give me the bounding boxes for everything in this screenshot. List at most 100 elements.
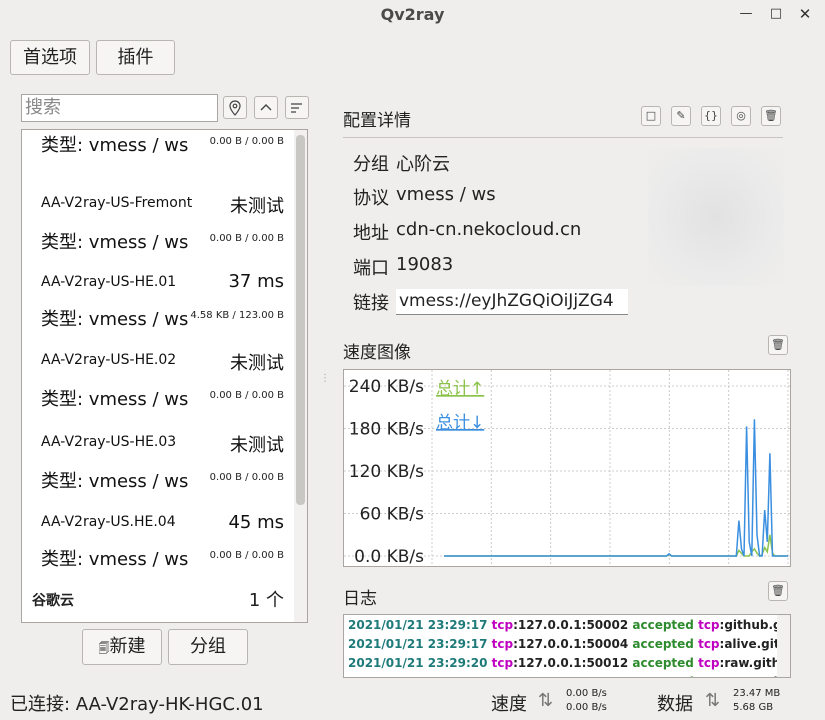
item-latency: 未测试 xyxy=(230,196,284,217)
item-traffic: 0.00 B / 0.00 B xyxy=(209,136,284,147)
item-name: AA-V2ray-US-HE.03 xyxy=(41,434,177,450)
log-segment: tcp xyxy=(492,675,513,677)
log-segment: tcp xyxy=(698,656,720,670)
speed-label: 速度 xyxy=(491,694,527,715)
splitter-handle[interactable]: ⋮ xyxy=(320,373,330,387)
log-segment: 2021/01/21 23:29:20 xyxy=(348,656,492,670)
list-item[interactable]: AA-V2ray-US-HE.01 37 ms 类型: vmess / ws 4… xyxy=(22,265,294,340)
data-down-value: 5.68 GB xyxy=(733,702,774,713)
share-icon[interactable]: ◎ xyxy=(731,106,751,126)
connection-list[interactable]: 类型: vmess / ws 0.00 B / 0.00 B AA-V2ray-… xyxy=(21,129,308,623)
y-tick-label: 0.0 KB/s xyxy=(354,547,424,566)
details-divider xyxy=(343,137,783,138)
item-latency: 37 ms xyxy=(228,271,284,292)
item-traffic: 0.00 B / 0.00 B xyxy=(209,233,284,244)
item-name: AA-V2ray-US-HE.02 xyxy=(41,352,177,368)
series-line xyxy=(444,419,788,557)
log-segment: accepted xyxy=(628,675,698,677)
y-tick-label: 120 KB/s xyxy=(349,462,424,482)
new-icon: 🗐 xyxy=(98,642,110,655)
legend-down: 总计↓ xyxy=(436,413,484,433)
group-value: 心阶云 xyxy=(396,154,450,175)
item-type: 类型: vmess / ws xyxy=(41,389,189,410)
log-line: 2021/01/21 23:29:20 tcp:127.0.0.1:50012 … xyxy=(348,656,790,670)
y-tick-label: 60 KB/s xyxy=(360,505,425,525)
log-view[interactable]: 2021/01/21 23:29:17 tcp:127.0.0.1:50002 … xyxy=(343,614,791,678)
log-line: 2021/01/21 23:29:17 tcp:127.0.0.1:50002 … xyxy=(348,618,790,632)
legend-up: 总计↑ xyxy=(436,379,484,399)
preferences-button[interactable]: 首选项 xyxy=(10,40,90,75)
log-segment: tcp xyxy=(698,675,719,677)
item-latency: 未测试 xyxy=(230,353,284,374)
sort-button[interactable] xyxy=(285,96,309,119)
speed-updown-icon: ⇅ xyxy=(538,690,554,711)
item-name: AA-V2ray-US.HE.04 xyxy=(41,514,176,530)
item-latency: 未测试 xyxy=(230,435,284,456)
maximize-icon[interactable]: □ xyxy=(768,6,784,22)
sort-icon xyxy=(291,103,302,113)
item-type: 类型: vmess / ws xyxy=(41,135,189,156)
item-traffic: 0.00 B / 0.00 B xyxy=(209,472,284,483)
data-updown-icon: ⇅ xyxy=(705,690,721,711)
address-label: 地址 xyxy=(353,223,389,244)
speed-down-value: 0.00 B/s xyxy=(566,702,607,713)
log-scrollbar[interactable] xyxy=(777,615,790,677)
locate-button[interactable] xyxy=(223,96,247,119)
log-segment: tcp xyxy=(491,618,514,632)
minimize-icon[interactable]: — xyxy=(738,6,754,22)
list-scrollbar-thumb[interactable] xyxy=(296,135,305,505)
y-tick-label: 240 KB/s xyxy=(349,377,424,397)
data-up-value: 23.47 MB xyxy=(733,688,781,699)
copy-button[interactable]: □ xyxy=(641,106,661,126)
connection-status: 已连接: AA-V2ray-HK-HGC.01 xyxy=(10,694,264,715)
delete-icon[interactable]: 🗑 xyxy=(761,106,781,126)
log-segment: tcp xyxy=(491,637,514,651)
protocol-value: vmess / ws xyxy=(396,184,496,205)
clear-log-icon[interactable]: 🗑 xyxy=(768,581,788,601)
group-count: 1 个 xyxy=(248,590,284,611)
list-item[interactable]: 类型: vmess / ws 0.00 B / 0.00 B xyxy=(22,130,294,164)
port-label: 端口 xyxy=(353,258,389,279)
log-segment: 2021/01/21 23:29:20 xyxy=(348,675,492,677)
list-item[interactable]: AA-V2ray-US.HE.04 45 ms 类型: vmess / ws 0… xyxy=(22,508,294,586)
list-item[interactable]: AA-V2ray-US-HE.03 未测试 类型: vmess / ws 0.0… xyxy=(22,426,294,504)
location-pin-icon xyxy=(229,100,241,116)
plugins-button[interactable]: 插件 xyxy=(96,40,175,75)
log-segment: 2021/01/21 23:29:17 xyxy=(348,618,492,632)
group-label: 分组 xyxy=(353,154,389,175)
item-traffic: 0.00 B / 0.00 B xyxy=(209,390,284,401)
log-segment: tcp xyxy=(698,637,720,651)
y-tick-label: 180 KB/s xyxy=(349,420,424,440)
item-name: AA-V2ray-US-HE.01 xyxy=(41,274,177,290)
log-line: 2021/01/21 23:29:20 tcp:127.0.0.1:50014 … xyxy=(348,675,790,677)
list-item[interactable]: AA-V2ray-US-HE.02 未测试 类型: vmess / ws 0.0… xyxy=(22,344,294,422)
speed-title: 速度图像 xyxy=(343,343,411,363)
item-type: 类型: vmess / ws xyxy=(41,232,189,253)
collapse-button[interactable] xyxy=(254,96,278,119)
address-value: cdn-cn.nekocloud.cn xyxy=(396,219,582,240)
clear-chart-icon[interactable]: 🗑 xyxy=(768,335,788,355)
item-type: 类型: vmess / ws xyxy=(41,471,189,492)
item-name: AA-V2ray-US-Fremont xyxy=(41,195,193,211)
edit-icon[interactable]: ✎ xyxy=(671,106,691,126)
new-button[interactable]: 🗐新建 xyxy=(82,629,162,665)
data-label: 数据 xyxy=(657,694,693,715)
group-button[interactable]: 分组 xyxy=(168,629,248,665)
speed-chart-svg: 240 KB/s 180 KB/s 120 KB/s 60 KB/s 0.0 KB/s 总… xyxy=(344,370,790,567)
share-link-field[interactable]: vmess://eyJhZGQiOiJjZG4 xyxy=(396,289,628,315)
item-type: 类型: vmess / ws xyxy=(41,309,189,330)
log-segment: accepted xyxy=(628,618,699,632)
log-segment: :127.0.0.1:50002 xyxy=(513,618,629,632)
logs-title: 日志 xyxy=(343,589,377,609)
close-icon[interactable]: ✕ xyxy=(797,6,813,22)
item-traffic: 0.00 B / 0.00 B xyxy=(209,550,284,561)
json-edit-icon[interactable]: {} xyxy=(701,106,721,126)
list-item[interactable]: AA-V2ray-US-Fremont 未测试 类型: vmess / ws 0… xyxy=(22,186,294,261)
log-segment: :127.0.0.1:50012 xyxy=(513,656,629,670)
protocol-label: 协议 xyxy=(353,188,389,209)
log-segment: :127.0.0.1:50004 xyxy=(513,637,629,651)
search-input[interactable]: 搜索 xyxy=(21,94,218,122)
details-title: 配置详情 xyxy=(343,111,411,131)
item-type: 类型: vmess / ws xyxy=(41,549,189,570)
group-item[interactable]: 谷歌云 1 个 xyxy=(22,584,294,622)
